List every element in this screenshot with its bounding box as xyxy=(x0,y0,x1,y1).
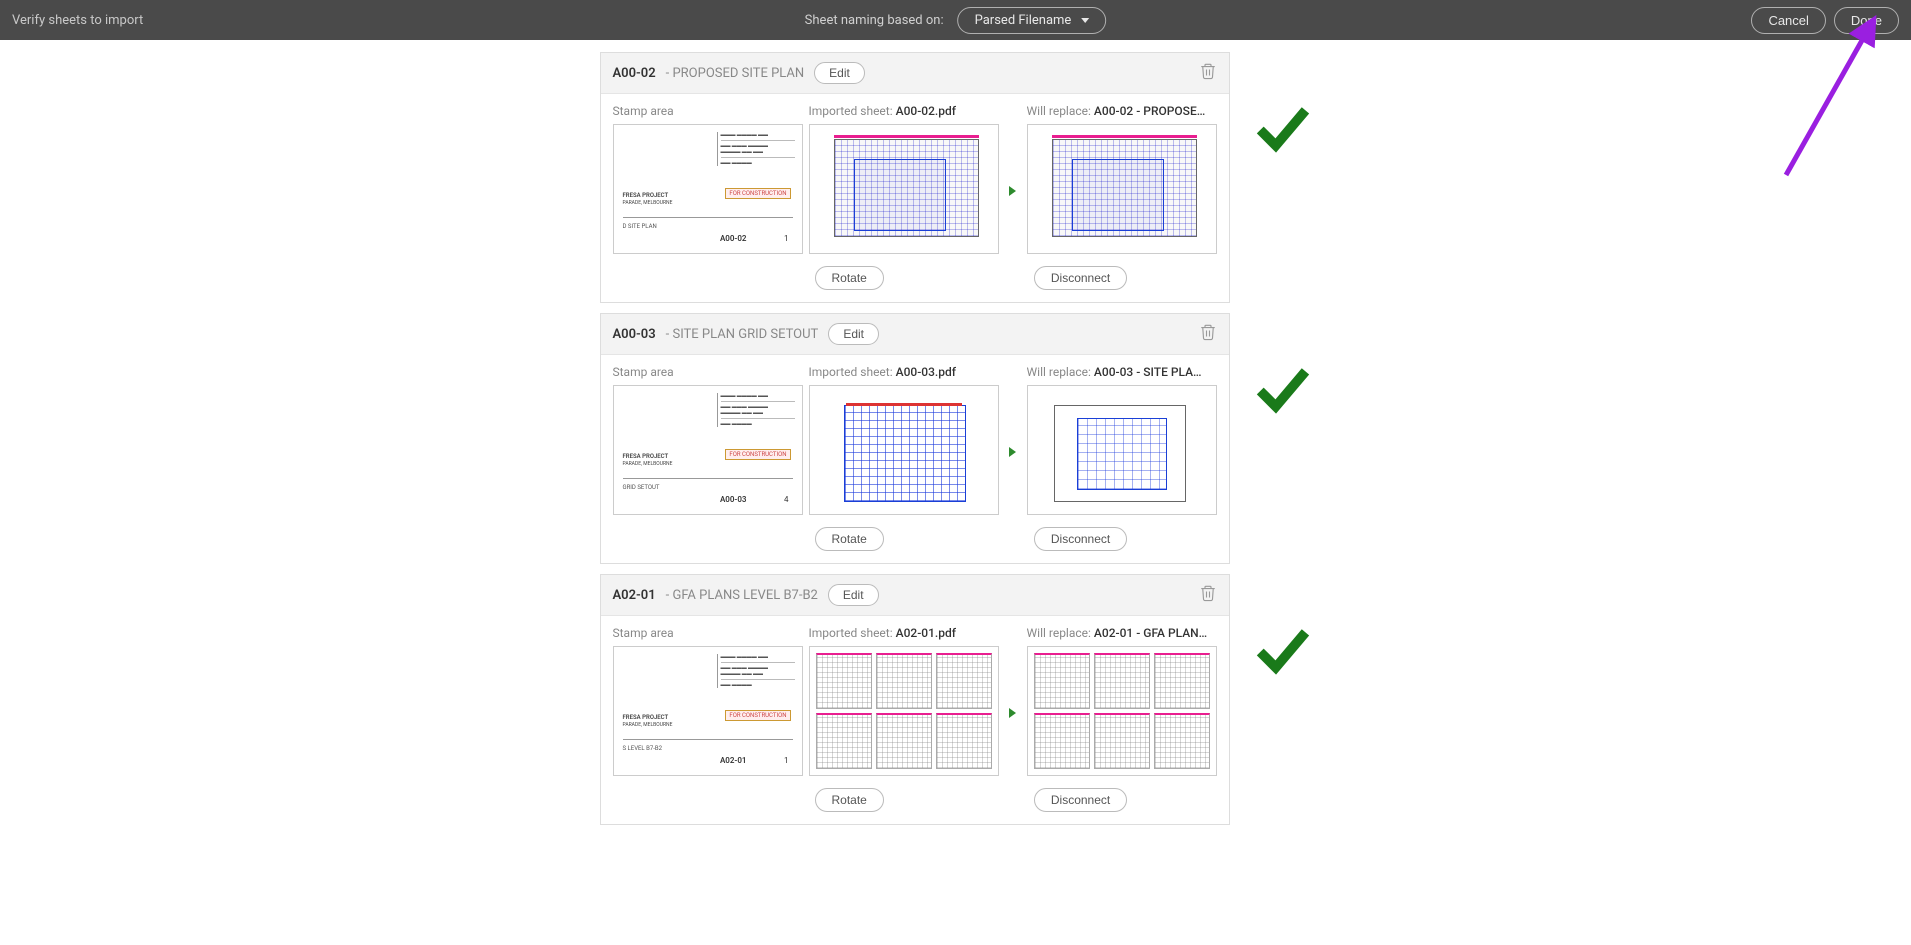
sheet-id: A00-02 xyxy=(613,66,656,81)
sheet-title: - SITE PLAN GRID SETOUT xyxy=(666,327,819,342)
replace-column: Will replace: A00-02 - PROPOSE… xyxy=(1027,104,1217,254)
delete-button[interactable] xyxy=(1199,61,1217,85)
status-checkmark xyxy=(1254,102,1312,164)
stamp-label: Stamp area xyxy=(613,104,803,118)
replace-thumbnail[interactable] xyxy=(1027,124,1217,254)
stamp-thumbnail[interactable]: ▬▬▬ ▬▬▬▬ ▬▬ ▬▬ ▬▬▬ ▬▬▬▬ ▬▬▬▬ ▬▬ ▬▬ ▬▬ ▬▬… xyxy=(613,646,803,776)
card-header: A00-03 - SITE PLAN GRID SETOUT Edit xyxy=(601,314,1229,355)
sheet-card: A00-02 - PROPOSED SITE PLAN Edit Stamp a… xyxy=(600,52,1230,303)
imported-label: Imported sheet: A00-02.pdf xyxy=(809,104,999,118)
header-bar: Verify sheets to import Sheet naming bas… xyxy=(0,0,1911,40)
edit-button[interactable]: Edit xyxy=(828,323,879,345)
trash-icon xyxy=(1199,583,1217,603)
header-title: Verify sheets to import xyxy=(12,13,143,28)
replace-label: Will replace: A02-01 - GFA PLAN… xyxy=(1027,626,1217,640)
check-icon xyxy=(1254,102,1312,160)
header-actions: Cancel Done xyxy=(1751,7,1899,34)
stamp-label: Stamp area xyxy=(613,626,803,640)
sheet-card: A02-01 - GFA PLANS LEVEL B7-B2 Edit Stam… xyxy=(600,574,1230,825)
replace-thumbnail[interactable] xyxy=(1027,385,1217,515)
stamp-thumbnail[interactable]: ▬▬▬ ▬▬▬▬ ▬▬ ▬▬ ▬▬▬ ▬▬▬▬ ▬▬▬▬ ▬▬ ▬▬ ▬▬ ▬▬… xyxy=(613,124,803,254)
replace-thumbnail[interactable] xyxy=(1027,646,1217,776)
imported-label: Imported sheet: A02-01.pdf xyxy=(809,626,999,640)
trash-icon xyxy=(1199,322,1217,342)
delete-button[interactable] xyxy=(1199,322,1217,346)
edit-button[interactable]: Edit xyxy=(814,62,865,84)
replace-column: Will replace: A02-01 - GFA PLAN… xyxy=(1027,626,1217,776)
status-checkmark xyxy=(1254,624,1312,686)
stamp-column: Stamp area ▬▬▬ ▬▬▬▬ ▬▬ ▬▬ ▬▬▬ ▬▬▬▬ ▬▬▬▬ … xyxy=(613,626,803,776)
edit-button[interactable]: Edit xyxy=(828,584,879,606)
naming-label: Sheet naming based on: xyxy=(805,13,944,28)
card-header: A00-02 - PROPOSED SITE PLAN Edit xyxy=(601,53,1229,94)
imported-thumbnail[interactable] xyxy=(809,124,999,254)
action-row: Rotate Disconnect xyxy=(613,266,1217,290)
rotate-button[interactable]: Rotate xyxy=(815,527,884,551)
header-center: Sheet naming based on: Parsed Filename xyxy=(805,7,1107,34)
arrow-icon xyxy=(1005,387,1021,517)
cancel-button[interactable]: Cancel xyxy=(1751,7,1825,34)
card-header: A02-01 - GFA PLANS LEVEL B7-B2 Edit xyxy=(601,575,1229,616)
sheet-row: A00-03 - SITE PLAN GRID SETOUT Edit Stam… xyxy=(600,313,1312,564)
imported-column: Imported sheet: A00-02.pdf xyxy=(809,104,999,254)
imported-thumbnail[interactable] xyxy=(809,646,999,776)
disconnect-button[interactable]: Disconnect xyxy=(1034,527,1127,551)
card-body: Stamp area ▬▬▬ ▬▬▬▬ ▬▬ ▬▬ ▬▬▬ ▬▬▬▬ ▬▬▬▬ … xyxy=(601,94,1229,302)
check-icon xyxy=(1254,624,1312,682)
imported-label: Imported sheet: A00-03.pdf xyxy=(809,365,999,379)
sheet-row: A00-02 - PROPOSED SITE PLAN Edit Stamp a… xyxy=(600,52,1312,303)
naming-dropdown-value: Parsed Filename xyxy=(975,13,1072,28)
sheet-row: A02-01 - GFA PLANS LEVEL B7-B2 Edit Stam… xyxy=(600,574,1312,825)
naming-dropdown[interactable]: Parsed Filename xyxy=(958,7,1107,34)
arrow-icon xyxy=(1005,648,1021,778)
replace-column: Will replace: A00-03 - SITE PLA… xyxy=(1027,365,1217,515)
content-area: A00-02 - PROPOSED SITE PLAN Edit Stamp a… xyxy=(0,40,1911,825)
replace-label: Will replace: A00-03 - SITE PLA… xyxy=(1027,365,1217,379)
delete-button[interactable] xyxy=(1199,583,1217,607)
trash-icon xyxy=(1199,61,1217,81)
sheet-id: A02-01 xyxy=(613,588,656,603)
sheet-id: A00-03 xyxy=(613,327,656,342)
arrow-icon xyxy=(1005,126,1021,256)
card-body: Stamp area ▬▬▬ ▬▬▬▬ ▬▬ ▬▬ ▬▬▬ ▬▬▬▬ ▬▬▬▬ … xyxy=(601,616,1229,824)
replace-label: Will replace: A00-02 - PROPOSE… xyxy=(1027,104,1217,118)
disconnect-button[interactable]: Disconnect xyxy=(1034,266,1127,290)
action-row: Rotate Disconnect xyxy=(613,527,1217,551)
card-body: Stamp area ▬▬▬ ▬▬▬▬ ▬▬ ▬▬ ▬▬▬ ▬▬▬▬ ▬▬▬▬ … xyxy=(601,355,1229,563)
rotate-button[interactable]: Rotate xyxy=(815,266,884,290)
chevron-down-icon xyxy=(1081,18,1089,23)
action-row: Rotate Disconnect xyxy=(613,788,1217,812)
stamp-label: Stamp area xyxy=(613,365,803,379)
rotate-button[interactable]: Rotate xyxy=(815,788,884,812)
sheet-title: - PROPOSED SITE PLAN xyxy=(666,66,805,81)
sheet-card: A00-03 - SITE PLAN GRID SETOUT Edit Stam… xyxy=(600,313,1230,564)
done-button[interactable]: Done xyxy=(1834,7,1899,34)
stamp-column: Stamp area ▬▬▬ ▬▬▬▬ ▬▬ ▬▬ ▬▬▬ ▬▬▬▬ ▬▬▬▬ … xyxy=(613,365,803,515)
check-icon xyxy=(1254,363,1312,421)
sheet-title: - GFA PLANS LEVEL B7-B2 xyxy=(666,588,818,603)
imported-column: Imported sheet: A02-01.pdf xyxy=(809,626,999,776)
status-checkmark xyxy=(1254,363,1312,425)
imported-thumbnail[interactable] xyxy=(809,385,999,515)
stamp-column: Stamp area ▬▬▬ ▬▬▬▬ ▬▬ ▬▬ ▬▬▬ ▬▬▬▬ ▬▬▬▬ … xyxy=(613,104,803,254)
disconnect-button[interactable]: Disconnect xyxy=(1034,788,1127,812)
stamp-thumbnail[interactable]: ▬▬▬ ▬▬▬▬ ▬▬ ▬▬ ▬▬▬ ▬▬▬▬ ▬▬▬▬ ▬▬ ▬▬ ▬▬ ▬▬… xyxy=(613,385,803,515)
imported-column: Imported sheet: A00-03.pdf xyxy=(809,365,999,515)
